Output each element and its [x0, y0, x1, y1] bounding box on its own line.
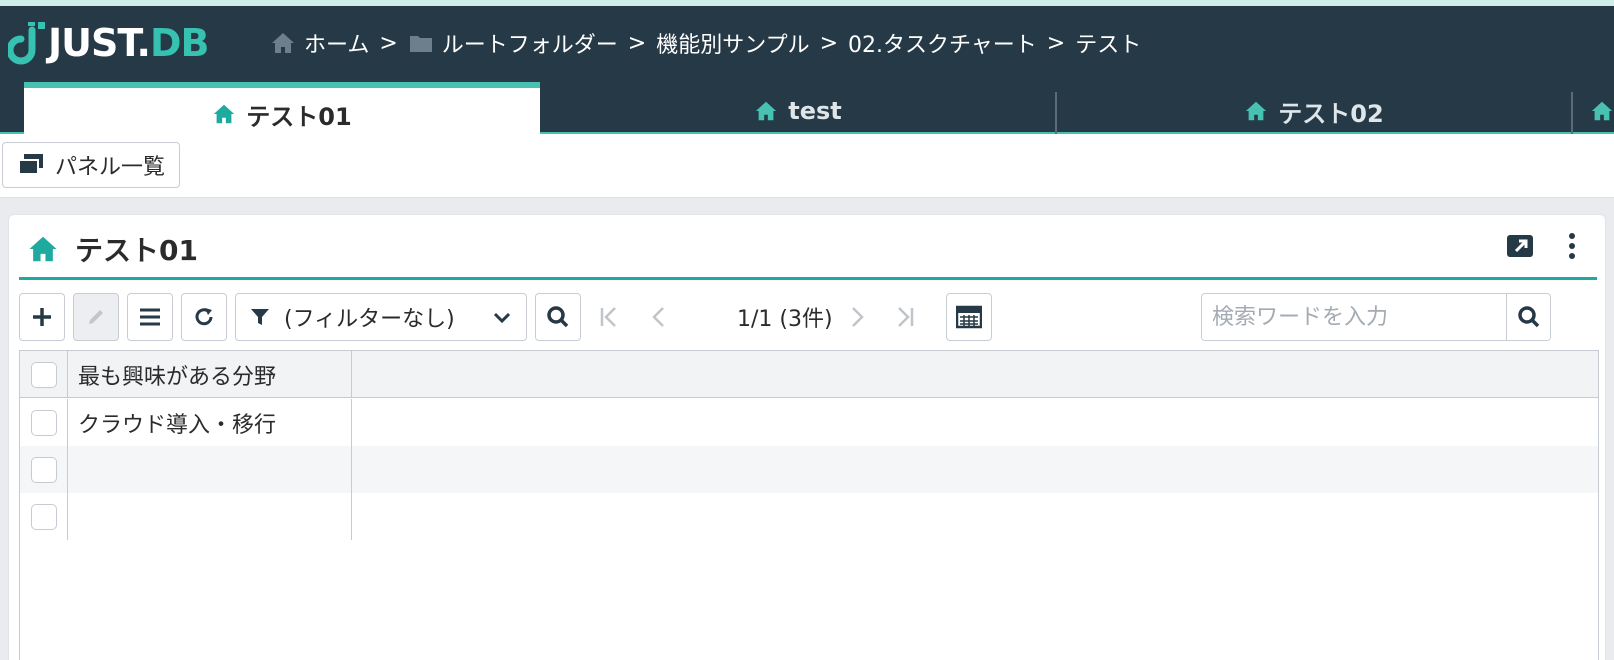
last-page-icon[interactable]: [893, 305, 917, 329]
logo-text: JUST.DB: [48, 21, 209, 65]
windows-icon: [17, 152, 45, 178]
breadcrumb-home[interactable]: ホーム: [304, 27, 369, 59]
app-header: JUST.DB ホーム > ルートフォルダー > 機能別サンプル > 02.タス…: [0, 6, 1614, 140]
prev-page-icon[interactable]: [647, 305, 671, 329]
search-box: [1201, 293, 1551, 341]
table-cell[interactable]: [68, 493, 352, 540]
filter-select[interactable]: (フィルターなし): [235, 293, 527, 341]
breadcrumb-separator: >: [1046, 30, 1066, 56]
tab-label: test: [788, 97, 842, 125]
home-icon: [754, 99, 778, 123]
plus-icon: [33, 308, 51, 326]
breadcrumb-feature-samples[interactable]: 機能別サンプル: [656, 27, 809, 59]
row-checkbox[interactable]: [30, 409, 57, 436]
search-icon: [1517, 306, 1539, 328]
add-button[interactable]: [19, 293, 65, 341]
list-icon: [140, 308, 160, 326]
panel-actions: [1505, 231, 1587, 261]
table-header-row: 最も興味がある分野: [20, 351, 1598, 398]
filter-icon: [251, 309, 269, 325]
more-vertical-icon[interactable]: [1557, 231, 1587, 261]
table-toolbar: (フィルターなし) 1/1 (3件): [19, 293, 1599, 341]
tab-test[interactable]: test: [540, 82, 1056, 140]
table-cell[interactable]: [68, 446, 352, 493]
table-row[interactable]: [20, 493, 1598, 540]
folder-icon: [408, 30, 434, 56]
search-input[interactable]: [1202, 294, 1507, 340]
tab-test02[interactable]: テスト02: [1057, 82, 1571, 140]
home-icon: [1244, 99, 1268, 123]
column-header[interactable]: 最も興味がある分野: [68, 351, 352, 398]
table-row[interactable]: クラウド導入・移行: [20, 399, 1598, 446]
breadcrumb-separator: >: [627, 30, 647, 56]
pager-status: 1/1 (3件): [737, 307, 833, 332]
search-button[interactable]: [1506, 294, 1550, 340]
row-checkbox[interactable]: [30, 456, 57, 483]
search-icon: [547, 306, 569, 328]
first-page-icon[interactable]: [597, 305, 621, 329]
panel-title-rule: [19, 277, 1597, 280]
tab-overflow[interactable]: [1590, 82, 1614, 140]
row-check-cell: [20, 399, 68, 446]
table-row[interactable]: [20, 446, 1598, 493]
home-icon[interactable]: [270, 30, 296, 56]
chevron-down-icon: [493, 312, 511, 324]
calendar-view-button[interactable]: [946, 293, 992, 341]
filter-label: (フィルターなし): [284, 307, 455, 332]
row-checkbox[interactable]: [30, 503, 57, 530]
data-table: 最も興味がある分野 クラウド導入・移行: [19, 350, 1599, 660]
sub-toolbar: パネル一覧: [0, 134, 1614, 198]
select-all-cell: [20, 351, 68, 398]
select-all-checkbox[interactable]: [30, 361, 57, 388]
home-icon: [27, 233, 59, 265]
panel-title-text: テスト01: [75, 234, 198, 267]
breadcrumb-separator: >: [819, 30, 839, 56]
table-cell[interactable]: クラウド導入・移行: [68, 399, 352, 446]
breadcrumb-separator: >: [379, 30, 398, 56]
tab-test01[interactable]: テスト01: [24, 82, 540, 140]
logo-mark-icon: [6, 18, 48, 68]
tab-divider: [1571, 92, 1573, 140]
open-external-icon[interactable]: [1505, 231, 1535, 261]
row-check-cell: [20, 493, 68, 540]
edit-button[interactable]: [73, 293, 119, 341]
tab-label: テスト01: [246, 102, 352, 131]
breadcrumb-root-folder[interactable]: ルートフォルダー: [442, 27, 618, 59]
panel-tabs: テスト01 test テスト02: [0, 82, 1614, 140]
pencil-icon: [89, 310, 103, 324]
next-page-icon[interactable]: [845, 305, 869, 329]
panel-list-button[interactable]: パネル一覧: [2, 142, 181, 188]
panel-card: テスト01 (フィルターなし) 1/1 (3件) 検索ワードを入力 最も興味があ…: [8, 214, 1606, 660]
breadcrumb: ホーム > ルートフォルダー > 機能別サンプル > 02.タスクチャート > …: [270, 26, 1141, 60]
breadcrumb-task-chart[interactable]: 02.タスクチャート: [848, 27, 1037, 59]
row-check-cell: [20, 446, 68, 493]
tab-label: テスト02: [1278, 99, 1384, 128]
home-icon: [212, 102, 236, 126]
calendar-icon: [956, 305, 982, 329]
search-toggle-button[interactable]: [535, 293, 581, 341]
breadcrumb-current: テスト: [1075, 33, 1142, 58]
panel-title: テスト01: [27, 229, 198, 269]
refresh-icon: [195, 308, 213, 326]
app-logo[interactable]: JUST.DB: [6, 18, 209, 68]
refresh-button[interactable]: [181, 293, 227, 341]
list-menu-button[interactable]: [127, 293, 173, 341]
home-icon: [1590, 99, 1614, 123]
panel-list-label: パネル一覧: [55, 155, 166, 180]
